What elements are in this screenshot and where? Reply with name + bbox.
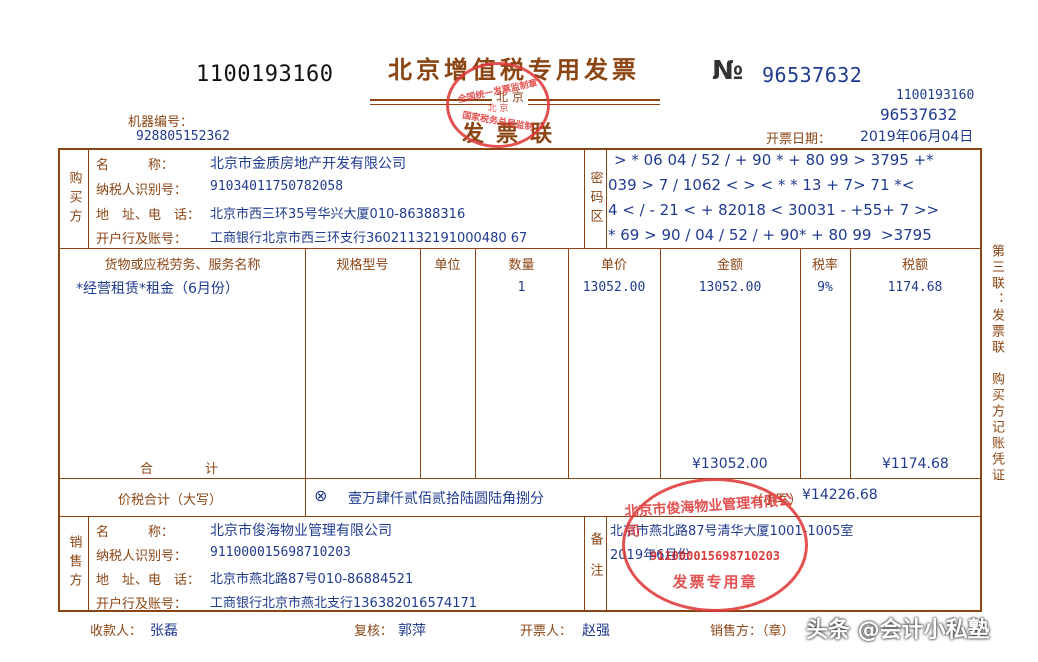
seller-section-label: 销售方 bbox=[66, 534, 82, 592]
stamp-text: 911000015698710203 bbox=[649, 548, 781, 563]
item-tax-rate: 9% bbox=[817, 280, 833, 295]
header-unit-price: 单价 bbox=[600, 258, 627, 273]
buyer-address-label: 地 址、电 话： bbox=[96, 208, 201, 223]
item-unit-price: 13052.00 bbox=[582, 280, 646, 295]
cross-icon: ⊗ bbox=[314, 486, 328, 505]
seller-tax-id-label: 纳税人识别号： bbox=[96, 549, 188, 564]
buyer-tax-id: 91034011750782058 bbox=[210, 179, 344, 194]
invoice-code: 1100193160 bbox=[196, 62, 334, 87]
stamp-text: 发票专用章 bbox=[672, 572, 758, 591]
remarks-label: 备注 bbox=[587, 532, 603, 594]
payee: 张磊 bbox=[150, 623, 178, 639]
divider bbox=[88, 516, 89, 610]
payee-label: 收款人： bbox=[90, 624, 143, 639]
seller-address: 北京市燕北路87号010-86884521 bbox=[210, 572, 414, 587]
stamp-text: 北 京 bbox=[487, 103, 509, 114]
stamp-text: 北京市俊海物业管理有限公司 bbox=[624, 492, 793, 540]
copy-note: 第三联：发票联 购买方记账凭证 bbox=[989, 244, 1004, 484]
item-amount: 13052.00 bbox=[698, 280, 762, 295]
tax-bureau-stamp: 全国统一发票监制章 北 京 国家税务总局监制 bbox=[446, 62, 550, 148]
invoice-code-right: 1100193160 bbox=[896, 88, 975, 103]
buyer-bank: 工商银行北京市西三环支行36021132191000480 67 bbox=[210, 231, 528, 246]
seller-name-label: 名 称： bbox=[96, 525, 175, 540]
divider bbox=[305, 248, 306, 516]
header-amount: 金额 bbox=[716, 258, 743, 273]
price-tax-total-label: 价税合计（大写） bbox=[118, 493, 223, 508]
drawer: 赵强 bbox=[582, 623, 610, 639]
issue-date: 2019年06月04日 bbox=[860, 129, 974, 145]
issue-date-label: 开票日期： bbox=[766, 132, 832, 147]
divider bbox=[60, 478, 980, 479]
seller-name: 北京市俊海物业管理有限公司 bbox=[210, 523, 392, 539]
seller-bank-label: 开户行及账号： bbox=[96, 597, 188, 612]
header-quantity: 数量 bbox=[508, 258, 535, 273]
buyer-tax-id-label: 纳税人识别号： bbox=[96, 183, 188, 198]
drawer-label: 开票人： bbox=[520, 624, 573, 639]
price-tax-total-value: ¥14226.68 bbox=[802, 487, 878, 503]
header-tax-rate: 税率 bbox=[811, 258, 838, 273]
item-name: *经营租赁*租金（6月份） bbox=[76, 281, 239, 297]
divider bbox=[606, 150, 607, 248]
invoice-number-right: 96537632 bbox=[880, 105, 958, 124]
item-quantity: 1 bbox=[517, 280, 526, 295]
machine-number-label: 机器编号： bbox=[128, 115, 194, 130]
buyer-name: 北京市金质房地产开发有限公司 bbox=[210, 156, 406, 172]
invoice-number: 96537632 bbox=[762, 63, 863, 87]
divider bbox=[88, 150, 89, 248]
watermark: 头条 @会计小私塾 bbox=[806, 618, 990, 643]
seller-invoice-stamp: 北京市俊海物业管理有限公司 911000015698710203 发票专用章 bbox=[622, 478, 808, 612]
item-tax-amount: 1174.68 bbox=[887, 280, 943, 295]
buyer-name-label: 名 称： bbox=[96, 158, 175, 173]
reviewer-label: 复核： bbox=[354, 624, 394, 639]
buyer-bank-label: 开户行及账号： bbox=[96, 232, 188, 247]
header-spec: 规格型号 bbox=[336, 258, 389, 273]
seller-address-label: 地 址、电 话： bbox=[96, 573, 201, 588]
header-tax-amount: 税额 bbox=[901, 258, 928, 273]
divider bbox=[60, 516, 980, 517]
seller-tax-id: 911000015698710203 bbox=[210, 545, 351, 560]
price-tax-total-words: 壹万肆仟贰佰贰拾陆圆陆角捌分 bbox=[348, 491, 544, 507]
divider bbox=[420, 248, 421, 478]
buyer-address: 北京市西三环35号华兴大厦010-86388316 bbox=[210, 207, 466, 222]
total-label: 合 计 bbox=[140, 462, 219, 477]
divider bbox=[606, 516, 607, 610]
seller-seal-label: 销售方：（章） bbox=[710, 624, 795, 639]
password-line: 4 < / - 21 < + 82018 < 30031 - +55+ 7 >> bbox=[608, 201, 940, 219]
total-amount: ¥13052.00 bbox=[692, 456, 768, 472]
password-line: * 69 > 90 / 04 / 52 / + 90* + 80 99 >379… bbox=[608, 226, 932, 244]
reviewer: 郭萍 bbox=[398, 623, 426, 639]
buyer-section-label: 购买方 bbox=[66, 170, 82, 228]
invoice-table: 购买方 名 称： 北京市金质房地产开发有限公司 纳税人识别号： 91034011… bbox=[58, 148, 982, 612]
header-unit: 单位 bbox=[434, 258, 461, 273]
machine-number: 928805152362 bbox=[136, 129, 230, 144]
password-area-label: 密码区 bbox=[587, 170, 603, 228]
total-tax: ¥1174.68 bbox=[882, 456, 949, 472]
header-item-name: 货物或应税劳务、服务名称 bbox=[104, 258, 261, 273]
password-line: 039 > 7 / 1062 < > < * * 13 + 7> 71 *< bbox=[608, 176, 915, 194]
number-symbol: № bbox=[712, 56, 744, 86]
seller-bank: 工商银行北京市燕北支行136382016574171 bbox=[210, 596, 478, 611]
password-line: > * 06 04 / 52 / + 90 * + 80 99 > 3795 +… bbox=[614, 151, 934, 169]
divider bbox=[60, 248, 980, 249]
